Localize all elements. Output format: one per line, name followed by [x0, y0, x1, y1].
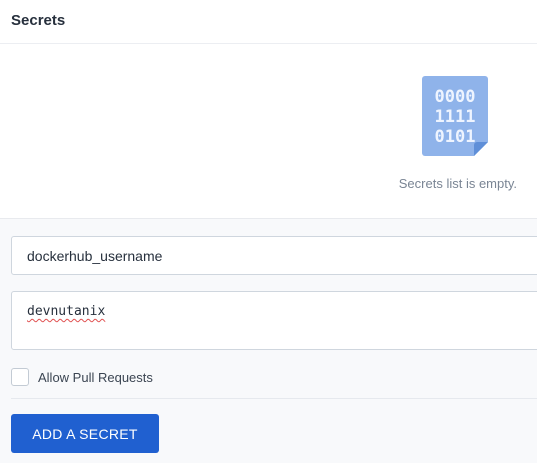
- add-secret-button[interactable]: ADD A SECRET: [11, 414, 159, 453]
- icon-digits-row-1: 0000: [435, 87, 476, 107]
- page-title: Secrets: [11, 12, 66, 29]
- secret-value-text: devnutanix: [27, 304, 106, 319]
- secrets-empty-state: 0000 1111 0101 Secrets list is empty.: [0, 44, 537, 219]
- secret-name-input[interactable]: [11, 236, 537, 275]
- allow-pull-requests-checkbox[interactable]: [11, 368, 29, 386]
- allow-pull-requests-option[interactable]: Allow Pull Requests: [11, 367, 153, 387]
- secret-value-textarea[interactable]: devnutanix: [11, 291, 537, 350]
- empty-state-message: Secrets list is empty.: [398, 176, 517, 191]
- binary-file-icon: 0000 1111 0101: [422, 76, 488, 156]
- form-divider: [11, 398, 537, 399]
- icon-digits-row-2: 1111: [435, 107, 476, 127]
- add-secret-form: devnutanix Allow Pull Requests ADD A SEC…: [0, 219, 537, 463]
- icon-digits-row-3: 0101: [435, 127, 476, 147]
- allow-pull-requests-label[interactable]: Allow Pull Requests: [38, 370, 153, 385]
- secrets-header: Secrets: [0, 0, 537, 44]
